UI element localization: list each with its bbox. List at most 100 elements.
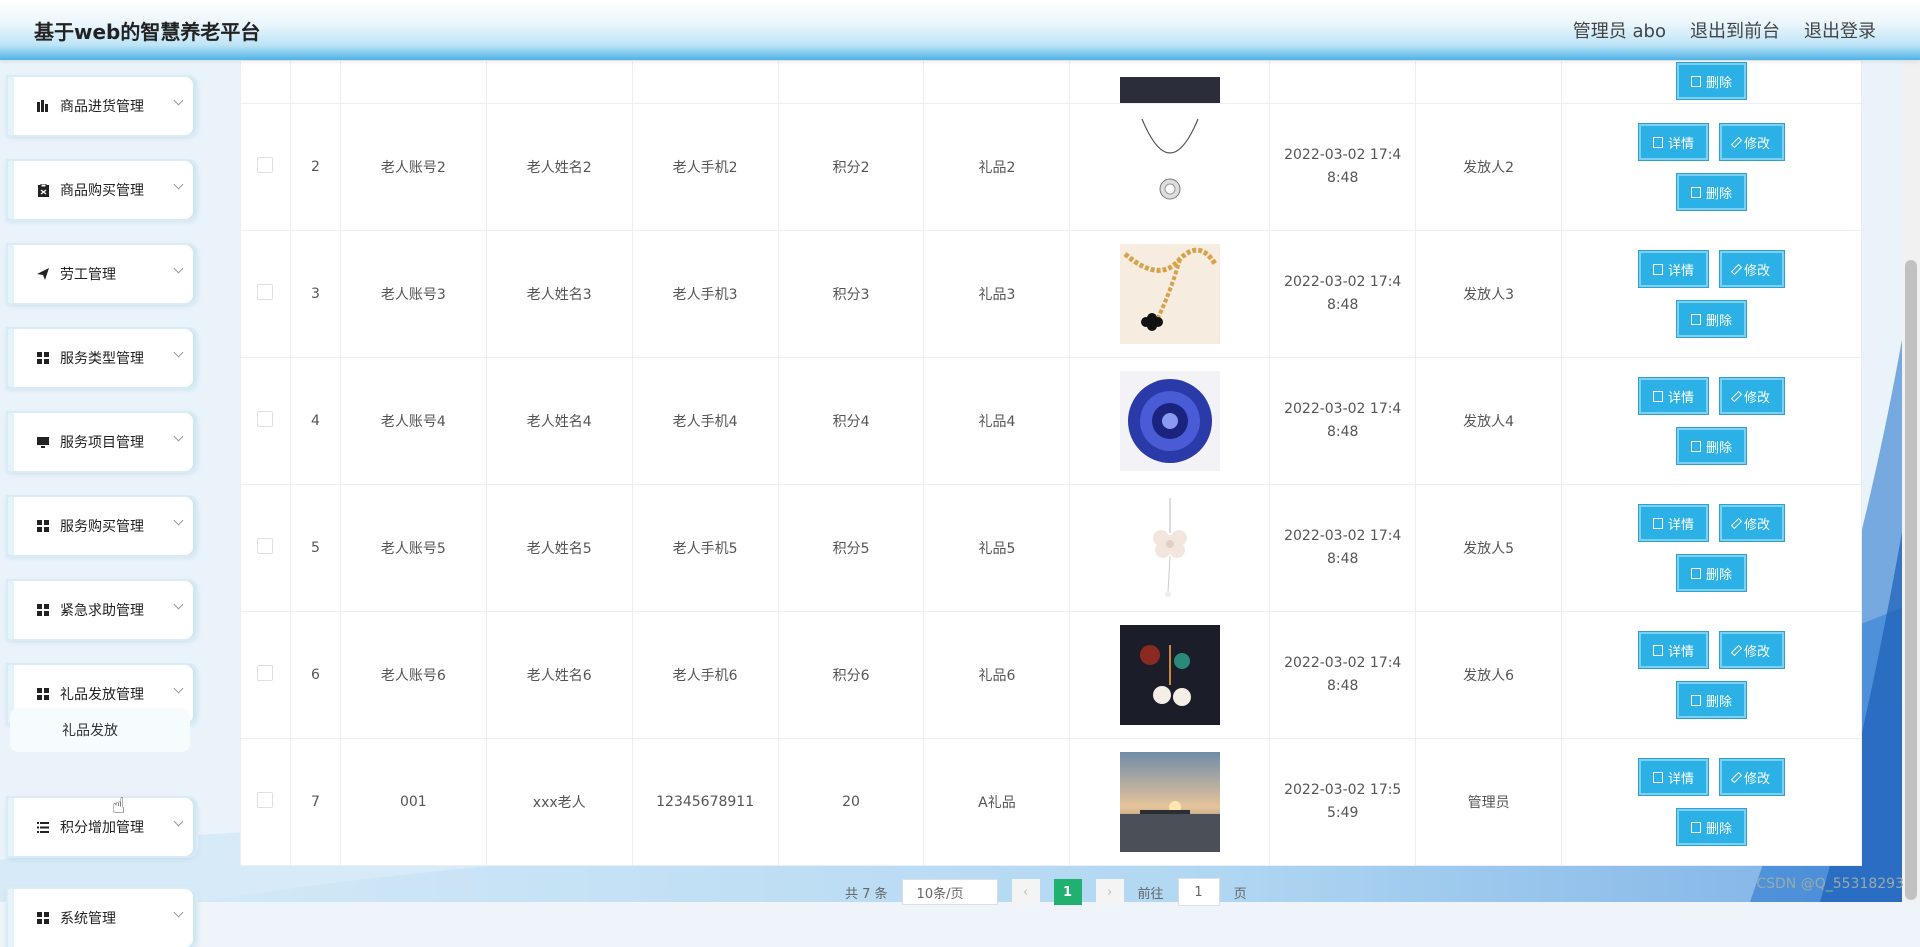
sidebar-item-label: 劳工管理 xyxy=(60,267,116,283)
table-row: 3 老人账号3 老人姓名3 老人手机3 积分3 礼品3 2022-03-02 17:48:4… xyxy=(240,230,1862,358)
pencil-icon xyxy=(1730,390,1743,402)
index-cell: 3 xyxy=(289,230,341,358)
back-to-frontend-link[interactable]: 退出到前台 xyxy=(1690,17,1780,43)
detail-button[interactable]: 详情 xyxy=(1639,378,1709,414)
detail-button[interactable]: 详情 xyxy=(1639,505,1709,541)
product-image xyxy=(1119,117,1220,217)
checkbox-cell xyxy=(240,357,291,485)
issuer-cell: 发放人6 xyxy=(1415,611,1563,739)
issuer-cell: 管理员 xyxy=(1415,738,1563,866)
edit-button[interactable]: 修改 xyxy=(1720,759,1785,795)
edit-button[interactable]: 修改 xyxy=(1720,251,1785,287)
time-cell: 2022-03-02 17:48:48 xyxy=(1269,357,1417,485)
grid-icon xyxy=(36,687,50,701)
phone-cell: 老人手机2 xyxy=(631,103,779,231)
points-cell: 积分3 xyxy=(777,230,925,358)
gift-cell: 礼品2 xyxy=(923,103,1071,231)
sidebar-item-system[interactable]: 系统管理 xyxy=(8,889,196,947)
sidebar-item-label: 服务购买管理 xyxy=(60,519,144,535)
sidebar-item-label: 商品购买管理 xyxy=(60,183,144,199)
delete-button[interactable]: 删除 xyxy=(1677,555,1747,591)
product-image xyxy=(1119,498,1220,598)
sidebar-item-emergency[interactable]: 紧急求助管理 xyxy=(8,581,196,639)
chevron-down-icon xyxy=(173,816,184,827)
chevron-down-icon xyxy=(173,683,184,694)
edit-button[interactable]: 修改 xyxy=(1720,378,1785,414)
row-checkbox[interactable] xyxy=(257,411,274,427)
next-page-button[interactable]: › xyxy=(1095,879,1124,905)
delete-button[interactable]: 删除 xyxy=(1677,809,1747,845)
account-cell: 老人账号4 xyxy=(339,357,487,485)
delete-button[interactable]: 删除 xyxy=(1677,174,1747,210)
trash-icon xyxy=(1691,440,1702,452)
document-icon xyxy=(1653,136,1664,148)
gift-cell: 礼品4 xyxy=(923,357,1071,485)
sidebar-subitem-gift-issue[interactable]: 礼品发放 xyxy=(10,708,190,752)
product-image xyxy=(1119,371,1220,471)
sidebar-menu: 商品进货管理 商品购买管理 劳工管理 服务类型管理 服务项目管理 服务购买管理 … xyxy=(0,60,200,947)
detail-button[interactable]: 详情 xyxy=(1639,251,1709,287)
trash-icon xyxy=(1691,75,1702,87)
sidebar-item-label: 商品进货管理 xyxy=(60,99,144,115)
row-checkbox[interactable] xyxy=(257,538,274,554)
delete-button[interactable]: 删除 xyxy=(1677,301,1747,337)
pencil-icon xyxy=(1730,136,1743,148)
name-cell: 老人姓名2 xyxy=(485,103,633,231)
edit-button[interactable]: 修改 xyxy=(1720,632,1785,668)
row-checkbox[interactable] xyxy=(257,157,274,173)
sidebar-item-labor[interactable]: 劳工管理 xyxy=(8,245,196,303)
prev-page-button[interactable]: ‹ xyxy=(1011,879,1040,905)
chevron-down-icon xyxy=(173,95,184,106)
logout-link[interactable]: 退出登录 xyxy=(1804,17,1876,43)
document-icon xyxy=(1653,517,1664,529)
product-image xyxy=(1119,77,1220,103)
detail-button[interactable]: 详情 xyxy=(1639,759,1709,795)
chevron-down-icon xyxy=(173,263,184,274)
app-title: 基于web的智慧养老平台 xyxy=(34,20,261,44)
page-scrollbar[interactable] xyxy=(1902,60,1920,902)
checkbox-cell xyxy=(240,103,291,231)
delete-button[interactable]: 删除 xyxy=(1677,63,1747,99)
page-size-select[interactable]: 10条/页 xyxy=(901,879,998,905)
top-header: 基于web的智慧养老平台 管理员 abo 退出到前台 退出登录 xyxy=(0,0,1920,60)
hand-cursor-icon: ☝ xyxy=(112,794,126,819)
gift-cell: A礼品 xyxy=(923,738,1071,866)
sidebar-item-service-type[interactable]: 服务类型管理 xyxy=(8,329,196,387)
account-cell: 老人账号2 xyxy=(339,103,487,231)
actions-cell: 详情 修改删除 xyxy=(1561,611,1862,739)
sidebar-item-points-add[interactable]: 积分增加管理 xyxy=(8,798,196,856)
time-cell: 2022-03-02 17:55:49 xyxy=(1269,738,1417,866)
actions-cell: 详情 修改删除 xyxy=(1561,738,1862,866)
sidebar-item-goods-stock[interactable]: 商品进货管理 xyxy=(8,77,196,135)
delete-button[interactable]: 删除 xyxy=(1677,682,1747,718)
time-cell: 2022-03-02 17:48:48 xyxy=(1269,484,1417,612)
image-cell xyxy=(1069,357,1271,485)
product-image xyxy=(1119,752,1220,852)
current-page-button[interactable]: 1 xyxy=(1053,879,1082,905)
phone-cell: 老人手机3 xyxy=(631,230,779,358)
sidebar-item-label: 服务项目管理 xyxy=(60,435,144,451)
monitor-icon xyxy=(36,435,50,449)
table-row-partial: 删除 xyxy=(240,60,1862,104)
row-checkbox[interactable] xyxy=(257,665,274,681)
row-checkbox[interactable] xyxy=(257,792,274,808)
points-cell: 积分5 xyxy=(777,484,925,612)
delete-button[interactable]: 删除 xyxy=(1677,428,1747,464)
issuer-cell: 发放人4 xyxy=(1415,357,1563,485)
row-checkbox[interactable] xyxy=(257,284,274,300)
issuer-cell: 发放人5 xyxy=(1415,484,1563,612)
detail-button[interactable]: 详情 xyxy=(1639,124,1709,160)
admin-user-link[interactable]: 管理员 abo xyxy=(1573,17,1666,43)
issuer-cell: 发放人2 xyxy=(1415,103,1563,231)
image-cell xyxy=(1069,103,1271,231)
sidebar-item-service-project[interactable]: 服务项目管理 xyxy=(8,413,196,471)
account-cell: 老人账号3 xyxy=(339,230,487,358)
detail-button[interactable]: 详情 xyxy=(1639,632,1709,668)
sidebar-item-service-purchase[interactable]: 服务购买管理 xyxy=(8,497,196,555)
edit-button[interactable]: 修改 xyxy=(1720,124,1785,160)
document-icon xyxy=(1653,644,1664,656)
checkbox-cell xyxy=(240,230,291,358)
scrollbar-thumb[interactable] xyxy=(1905,260,1917,900)
edit-button[interactable]: 修改 xyxy=(1720,505,1785,541)
sidebar-item-goods-purchase[interactable]: 商品购买管理 xyxy=(8,161,196,219)
